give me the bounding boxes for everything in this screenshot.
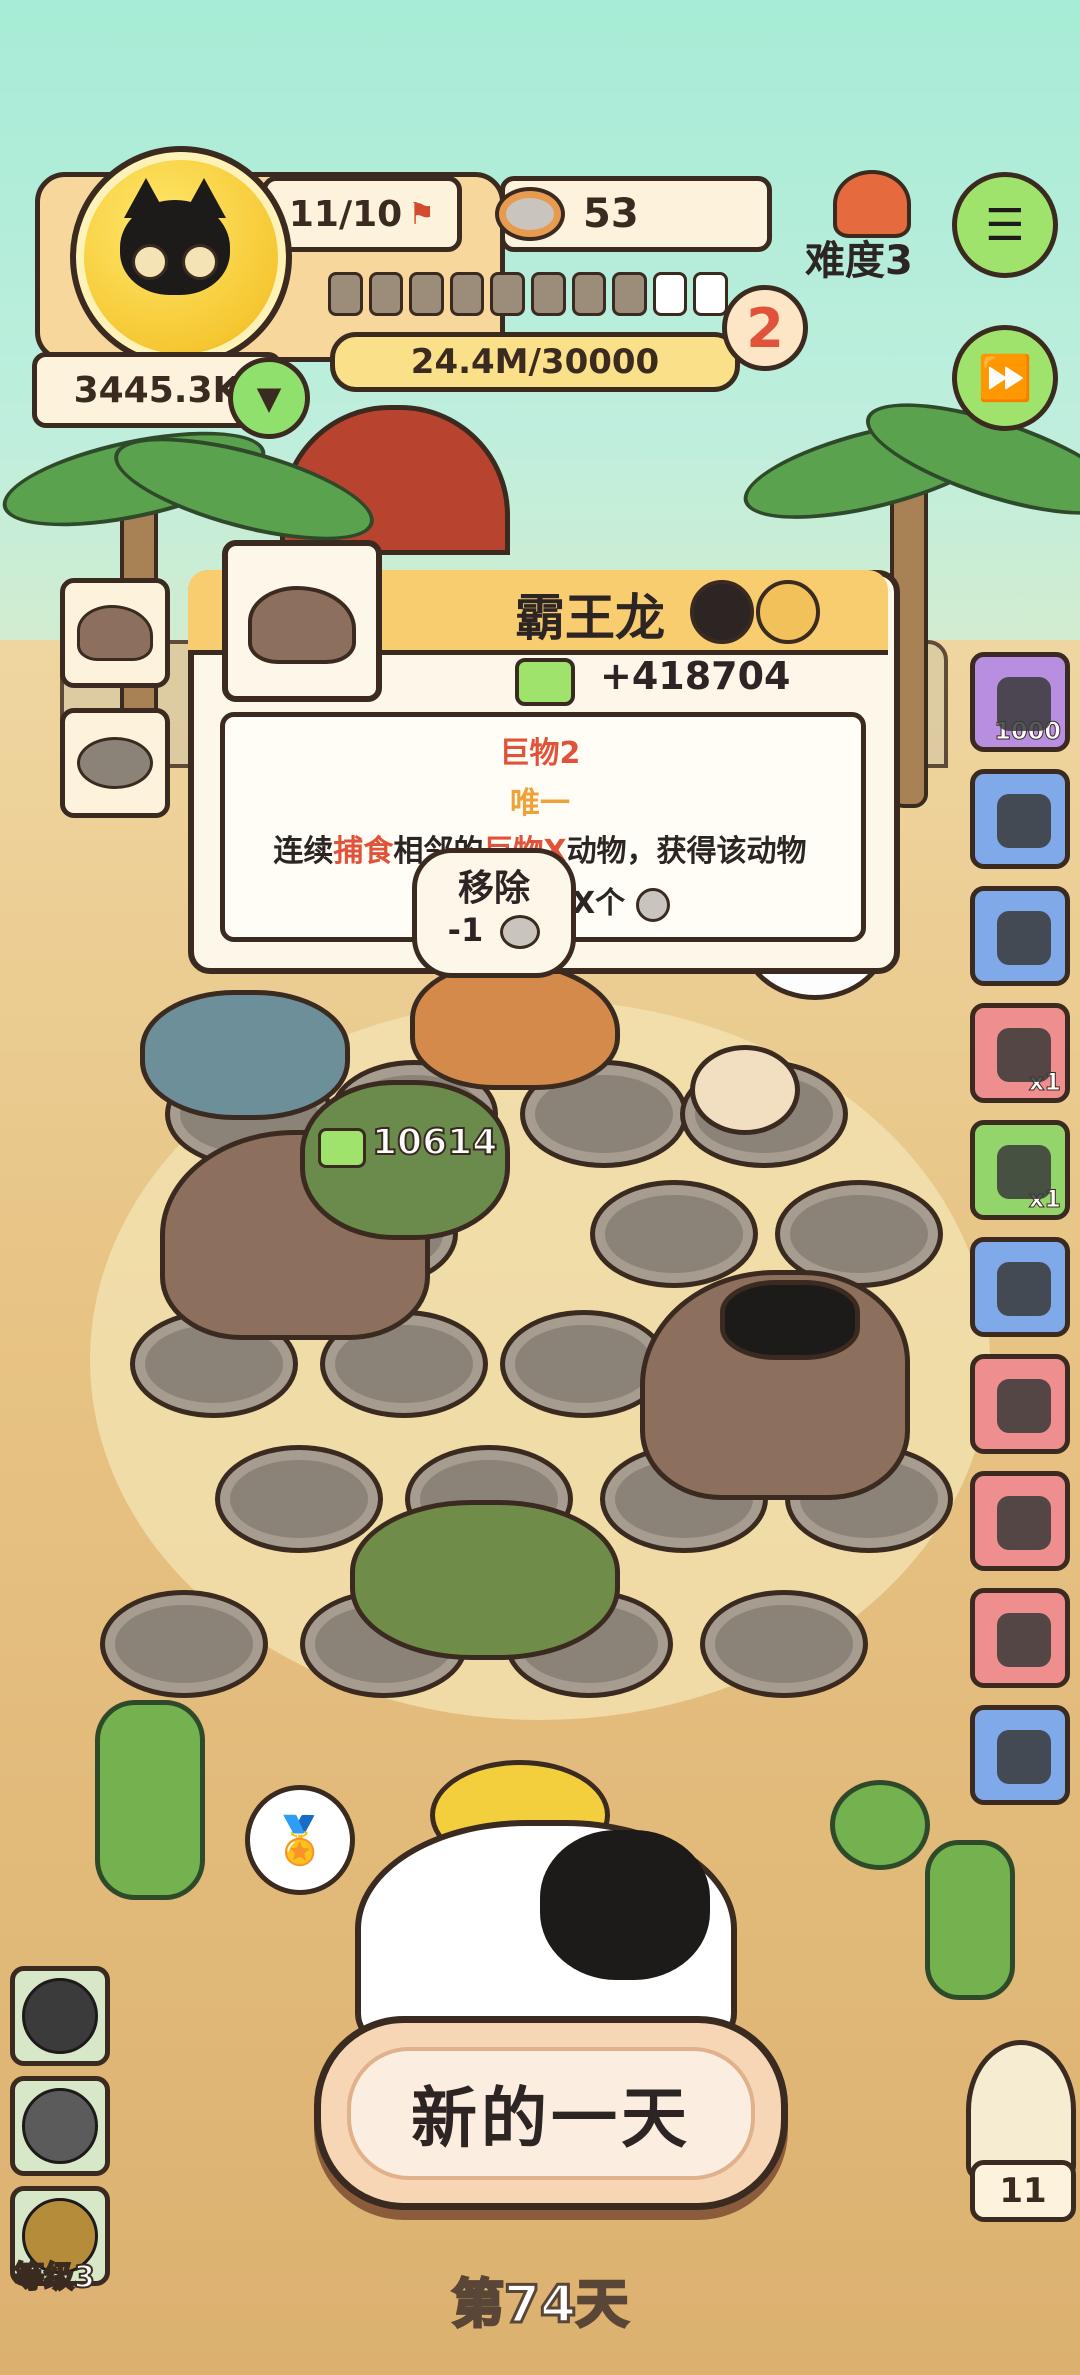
floating-income: 10614 [371,1121,498,1164]
monster-face-icon [22,1978,98,2054]
sack-icon [997,1496,1051,1550]
tag-giant: 巨物2 [499,736,581,771]
animal-name: 霸王龙 [515,589,665,647]
cactus-left [95,1700,205,1900]
flag-icon: ⚑ [408,196,436,232]
capacity-pill: 11/10 ⚑ [262,176,462,252]
tools-icon [997,1613,1051,1667]
sidebar-item-can[interactable] [970,1705,1070,1805]
loom-icon [997,1262,1051,1316]
cans-value: 53 [583,191,639,237]
sidebar-item-tools[interactable] [970,1588,1070,1688]
progress-step [693,272,728,316]
sidebar-item-crystal[interactable]: x1 [970,1003,1070,1103]
tag-unique: 唯一 [510,786,570,821]
crystal-icon [997,1028,1051,1082]
list-icon: ☰ [985,199,1025,251]
slot-thumbnail[interactable] [60,708,170,818]
main-cat-face [540,1830,710,1980]
progress-step [652,272,688,316]
remove-label: 移除 [457,868,530,909]
leaf-item-icon [997,1145,1051,1199]
day-counter: 第74天 [450,2274,629,2337]
capacity-value: 11/10 [288,193,403,235]
coins-dropdown-button[interactable]: ▼ [228,357,310,439]
sidebar-item-rope-bundle[interactable] [970,1354,1070,1454]
rope-bundle-icon [997,1379,1051,1433]
progress-step [409,272,444,316]
frog-filter-button[interactable] [10,2076,110,2176]
sidebar-item-camera[interactable] [970,769,1070,869]
slot[interactable] [700,1590,868,1698]
menu-button[interactable]: ☰ [952,172,1058,278]
coins-value: 3445.3K [73,369,241,411]
paw-eye-icon [132,244,168,280]
progress-step [449,272,485,316]
progress-step [612,272,647,316]
slot[interactable] [215,1445,383,1553]
fast-forward-icon: ⏩ [977,353,1033,404]
progress-step [530,272,566,316]
avatar-cat-face [120,178,230,295]
ability-text-tail: X个 [572,878,670,922]
coin-bag-icon [997,677,1051,731]
ankylosaurus[interactable] [350,1500,620,1660]
desc-part: 动物，获得该动物 [566,834,807,869]
certificate-icon[interactable]: 🏅 [245,1785,355,1895]
paw-eye-icon [182,244,218,280]
desc-part: 连续 [273,834,334,869]
slot[interactable] [100,1590,268,1698]
trex-icon [77,605,153,661]
black-white-cat[interactable] [720,1280,860,1360]
progress-step [571,272,607,316]
sidebar-item-coin-bag[interactable]: 1000 [970,652,1070,752]
remove-cost: -1 [447,911,484,949]
sidebar-item-jar[interactable] [970,886,1070,986]
progress-step [368,272,404,316]
coin-icon [635,887,670,922]
predator-tag-icon [690,580,754,644]
slot[interactable] [590,1180,758,1288]
predator-filter-button[interactable] [10,1966,110,2066]
chevron-down-icon: ▼ [256,379,282,417]
new-day-button[interactable]: 新的一天 [314,2016,788,2210]
money-stack-icon [318,1128,366,1168]
progress-step [490,272,525,316]
frog-icon [22,2088,98,2164]
owl-count: 11 [999,2171,1047,2211]
stegosaurus[interactable] [140,990,350,1120]
jar-icon [997,911,1051,965]
progress-step [328,272,363,316]
new-day-label: 新的一天 [347,2046,755,2180]
sidebar-item-leaf-item[interactable]: x1 [970,1120,1070,1220]
stone-slot-icon [77,737,153,789]
sidebar-item-loom[interactable] [970,1237,1070,1337]
remove-button[interactable]: 移除 -1 [412,848,576,978]
card-animal-portrait [222,540,382,702]
cactus-right [925,1840,1015,2000]
exp-value: 24.4M/30000 [410,342,660,382]
hamster[interactable] [690,1045,800,1135]
skull-tag-icon [756,580,820,644]
owl-count-pill: 11 [970,2160,1076,2222]
can-icon [495,187,565,241]
progress-steps [328,272,728,318]
income-value: +418704 [600,654,791,698]
difficulty-label: 难度3 [805,238,913,284]
trex-icon [248,586,356,664]
can-icon [500,915,541,949]
trex-thumbnail[interactable] [60,578,170,688]
money-stack-icon [515,658,575,706]
cans-pill: 53 [495,176,772,252]
camera-icon [997,794,1051,848]
can-icon [997,1730,1051,1784]
desc-highlight: 捕食 [333,834,394,869]
owl-icon[interactable] [966,2040,1076,2180]
level-badge: 2 [722,285,808,371]
sidebar-item-sack[interactable] [970,1471,1070,1571]
fast-forward-button[interactable]: ⏩ [952,325,1058,431]
barrel-cactus [830,1780,930,1870]
exp-bar: 24.4M/30000 [330,332,740,392]
desc-part: X个 [572,886,626,921]
